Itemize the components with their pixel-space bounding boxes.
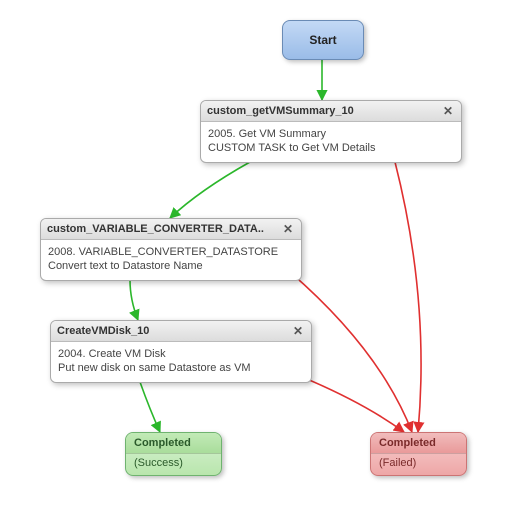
- task-title: custom_getVMSummary_10: [207, 105, 441, 117]
- start-node[interactable]: Start: [282, 20, 364, 60]
- task-title: CreateVMDisk_10: [57, 325, 291, 337]
- task-line2: Convert text to Datastore Name: [48, 259, 294, 273]
- task-title: custom_VARIABLE_CONVERTER_DATA..: [47, 223, 281, 235]
- end-node-success[interactable]: Completed (Success): [125, 432, 222, 476]
- end-sub: (Failed): [371, 454, 466, 475]
- task-line2: CUSTOM TASK to Get VM Details: [208, 141, 454, 155]
- end-node-failed[interactable]: Completed (Failed): [370, 432, 467, 476]
- edge-t2-t3: [130, 280, 138, 320]
- end-title: Completed: [371, 433, 466, 454]
- task-body: 2004. Create VM Disk Put new disk on sam…: [51, 342, 311, 382]
- task-body: 2008. VARIABLE_CONVERTER_DATASTORE Conve…: [41, 240, 301, 280]
- task-line2: Put new disk on same Datastore as VM: [58, 361, 304, 375]
- task-body: 2005. Get VM Summary CUSTOM TASK to Get …: [201, 122, 461, 162]
- close-icon[interactable]: ✕: [441, 105, 455, 117]
- task-create-vm-disk[interactable]: CreateVMDisk_10 ✕ 2004. Create VM Disk P…: [50, 320, 312, 383]
- edge-t1-t2: [170, 162, 250, 218]
- edge-t3-success: [140, 382, 160, 432]
- task-header: custom_VARIABLE_CONVERTER_DATA.. ✕: [41, 219, 301, 240]
- edge-t1-failed: [395, 162, 421, 432]
- end-title: Completed: [126, 433, 221, 454]
- task-header: custom_getVMSummary_10 ✕: [201, 101, 461, 122]
- task-line1: 2004. Create VM Disk: [58, 347, 304, 361]
- task-line1: 2008. VARIABLE_CONVERTER_DATASTORE: [48, 245, 294, 259]
- start-label: Start: [309, 33, 336, 47]
- end-sub: (Success): [126, 454, 221, 475]
- workflow-canvas: Start custom_getVMSummary_10 ✕ 2005. Get…: [0, 0, 516, 505]
- task-header: CreateVMDisk_10 ✕: [51, 321, 311, 342]
- close-icon[interactable]: ✕: [281, 223, 295, 235]
- task-get-vm-summary[interactable]: custom_getVMSummary_10 ✕ 2005. Get VM Su…: [200, 100, 462, 163]
- task-line1: 2005. Get VM Summary: [208, 127, 454, 141]
- close-icon[interactable]: ✕: [291, 325, 305, 337]
- task-variable-converter[interactable]: custom_VARIABLE_CONVERTER_DATA.. ✕ 2008.…: [40, 218, 302, 281]
